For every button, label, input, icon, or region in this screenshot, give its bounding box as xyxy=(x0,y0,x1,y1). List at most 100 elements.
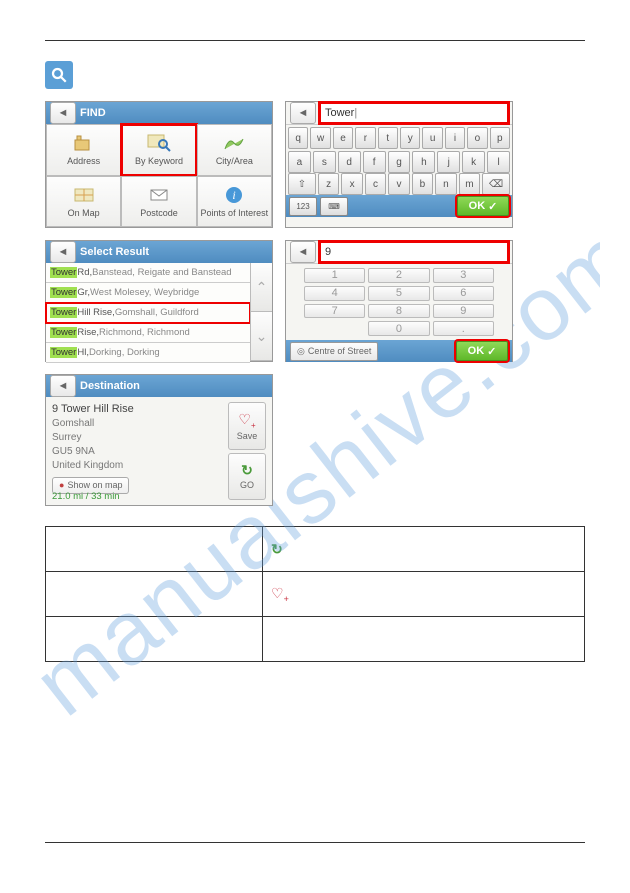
title-text: FIND xyxy=(80,107,106,119)
key-o[interactable]: o xyxy=(467,127,487,149)
result-row[interactable]: Tower Gr, West Molesey, Weybridge xyxy=(46,283,250,303)
key-shift[interactable]: ⇧ xyxy=(288,173,316,195)
key-4[interactable]: 4 xyxy=(304,286,365,301)
screen-keyboard: ◄ Tower| q w e r t y u i o p a s d f g h… xyxy=(285,101,513,228)
titlebar-find: ◄ FIND xyxy=(46,102,272,124)
key-dot[interactable]: . xyxy=(433,321,494,336)
scroll-up-button[interactable]: ⌃ xyxy=(250,263,272,312)
key-2[interactable]: 2 xyxy=(368,268,429,283)
heart-plus-icon: ♡+ xyxy=(238,411,255,430)
results-list: Tower Rd, Banstead, Reigate and Banstead… xyxy=(46,263,250,361)
screen-destination: ◄ Destination 9 Tower Hill Rise Gomshall… xyxy=(45,374,273,506)
key-spacebar-toggle[interactable]: ⌨ xyxy=(320,197,348,216)
go-arrow-icon: ↻ xyxy=(271,541,283,557)
find-cell-poi[interactable]: iPoints of Interest xyxy=(197,176,272,228)
find-cell-postcode[interactable]: Postcode xyxy=(121,176,196,228)
keyboard-row2: a s d f g h j k l xyxy=(286,151,512,173)
key-w[interactable]: w xyxy=(310,127,330,149)
top-rule xyxy=(45,40,585,41)
keyword-icon xyxy=(146,133,172,153)
key-5[interactable]: 5 xyxy=(368,286,429,301)
table-cell xyxy=(46,527,263,572)
key-9[interactable]: 9 xyxy=(433,304,494,319)
keyboard-row3: ⇧ z x c v b n m ⌫ xyxy=(286,173,512,195)
result-row[interactable]: Tower Rd, Banstead, Reigate and Banstead xyxy=(46,263,250,283)
key-1[interactable]: 1 xyxy=(304,268,365,283)
key-p[interactable]: p xyxy=(490,127,510,149)
screen-find: ◄ FIND Address By Keyword City/Area On M… xyxy=(45,101,273,228)
key-v[interactable]: v xyxy=(388,173,409,195)
address-icon xyxy=(71,133,97,153)
distance-time: 21.0 mi / 33 min xyxy=(52,491,120,502)
key-x[interactable]: x xyxy=(341,173,362,195)
back-button[interactable]: ◄ xyxy=(50,375,76,397)
key-c[interactable]: c xyxy=(365,173,386,195)
key-f[interactable]: f xyxy=(363,151,386,173)
back-button[interactable]: ◄ xyxy=(290,241,316,263)
find-cell-cityarea[interactable]: City/Area xyxy=(197,124,272,176)
search-icon xyxy=(45,61,73,89)
dest-address-line2: Gomshall xyxy=(52,417,228,431)
key-j[interactable]: j xyxy=(437,151,460,173)
key-k[interactable]: k xyxy=(462,151,485,173)
poi-icon: i xyxy=(221,185,247,205)
number-input[interactable]: 9 xyxy=(320,242,508,262)
reference-table: ↻ ♡+ xyxy=(45,526,585,662)
key-123[interactable]: 123 xyxy=(289,197,317,216)
key-s[interactable]: s xyxy=(313,151,336,173)
key-g[interactable]: g xyxy=(388,151,411,173)
find-cell-address[interactable]: Address xyxy=(46,124,121,176)
table-cell: ♡+ xyxy=(263,572,585,617)
screen-select-result: ◄ Select Result Tower Rd, Banstead, Reig… xyxy=(45,240,273,362)
key-y[interactable]: y xyxy=(400,127,420,149)
key-a[interactable]: a xyxy=(288,151,311,173)
key-u[interactable]: u xyxy=(422,127,442,149)
postcode-icon xyxy=(146,185,172,205)
centre-of-street-button[interactable]: ◎Centre of Street xyxy=(290,342,378,361)
key-r[interactable]: r xyxy=(355,127,375,149)
keyword-input[interactable]: Tower| xyxy=(320,103,508,123)
key-h[interactable]: h xyxy=(412,151,435,173)
key-m[interactable]: m xyxy=(459,173,480,195)
key-7[interactable]: 7 xyxy=(304,304,365,319)
table-cell: ↻ xyxy=(263,527,585,572)
svg-text:i: i xyxy=(233,188,236,202)
key-b[interactable]: b xyxy=(412,173,433,195)
bottom-rule xyxy=(45,842,585,843)
key-l[interactable]: l xyxy=(487,151,510,173)
titlebar-select: ◄ Select Result xyxy=(46,241,272,263)
title-text: Destination xyxy=(80,380,140,392)
go-arrow-icon: ↻ xyxy=(241,462,253,479)
back-button[interactable]: ◄ xyxy=(50,102,76,124)
key-e[interactable]: e xyxy=(333,127,353,149)
table-cell xyxy=(46,617,263,662)
keyboard-row1: q w e r t y u i o p xyxy=(286,125,512,151)
key-6[interactable]: 6 xyxy=(433,286,494,301)
dest-address-line3: Surrey xyxy=(52,431,228,445)
go-button[interactable]: ↻GO xyxy=(228,453,266,501)
result-row[interactable]: Tower Hl, Dorking, Dorking xyxy=(46,343,250,363)
result-row[interactable]: Tower Rise, Richmond, Richmond xyxy=(46,323,250,343)
key-0[interactable]: 0 xyxy=(368,321,429,336)
screen-numpad: ◄ 9 1 2 3 4 5 6 7 8 9 0 . ◎Centre of Str… xyxy=(285,240,513,362)
key-d[interactable]: d xyxy=(338,151,361,173)
key-z[interactable]: z xyxy=(318,173,339,195)
find-cell-keyword[interactable]: By Keyword xyxy=(121,124,196,176)
ok-button[interactable]: OK✓ xyxy=(456,341,508,361)
result-row[interactable]: Tower Hill Rise, Gomshall, Guildford xyxy=(46,303,250,323)
scroll-down-button[interactable]: ⌄ xyxy=(250,312,272,361)
key-backspace[interactable]: ⌫ xyxy=(482,173,510,195)
city-icon xyxy=(221,133,247,153)
key-i[interactable]: i xyxy=(445,127,465,149)
save-button[interactable]: ♡+Save xyxy=(228,402,266,450)
key-3[interactable]: 3 xyxy=(433,268,494,283)
key-8[interactable]: 8 xyxy=(368,304,429,319)
key-t[interactable]: t xyxy=(378,127,398,149)
back-button[interactable]: ◄ xyxy=(50,241,76,263)
find-cell-onmap[interactable]: On Map xyxy=(46,176,121,228)
key-n[interactable]: n xyxy=(435,173,456,195)
heart-plus-icon: ♡+ xyxy=(271,585,289,601)
ok-button[interactable]: OK✓ xyxy=(457,196,509,216)
back-button[interactable]: ◄ xyxy=(290,102,316,124)
key-q[interactable]: q xyxy=(288,127,308,149)
